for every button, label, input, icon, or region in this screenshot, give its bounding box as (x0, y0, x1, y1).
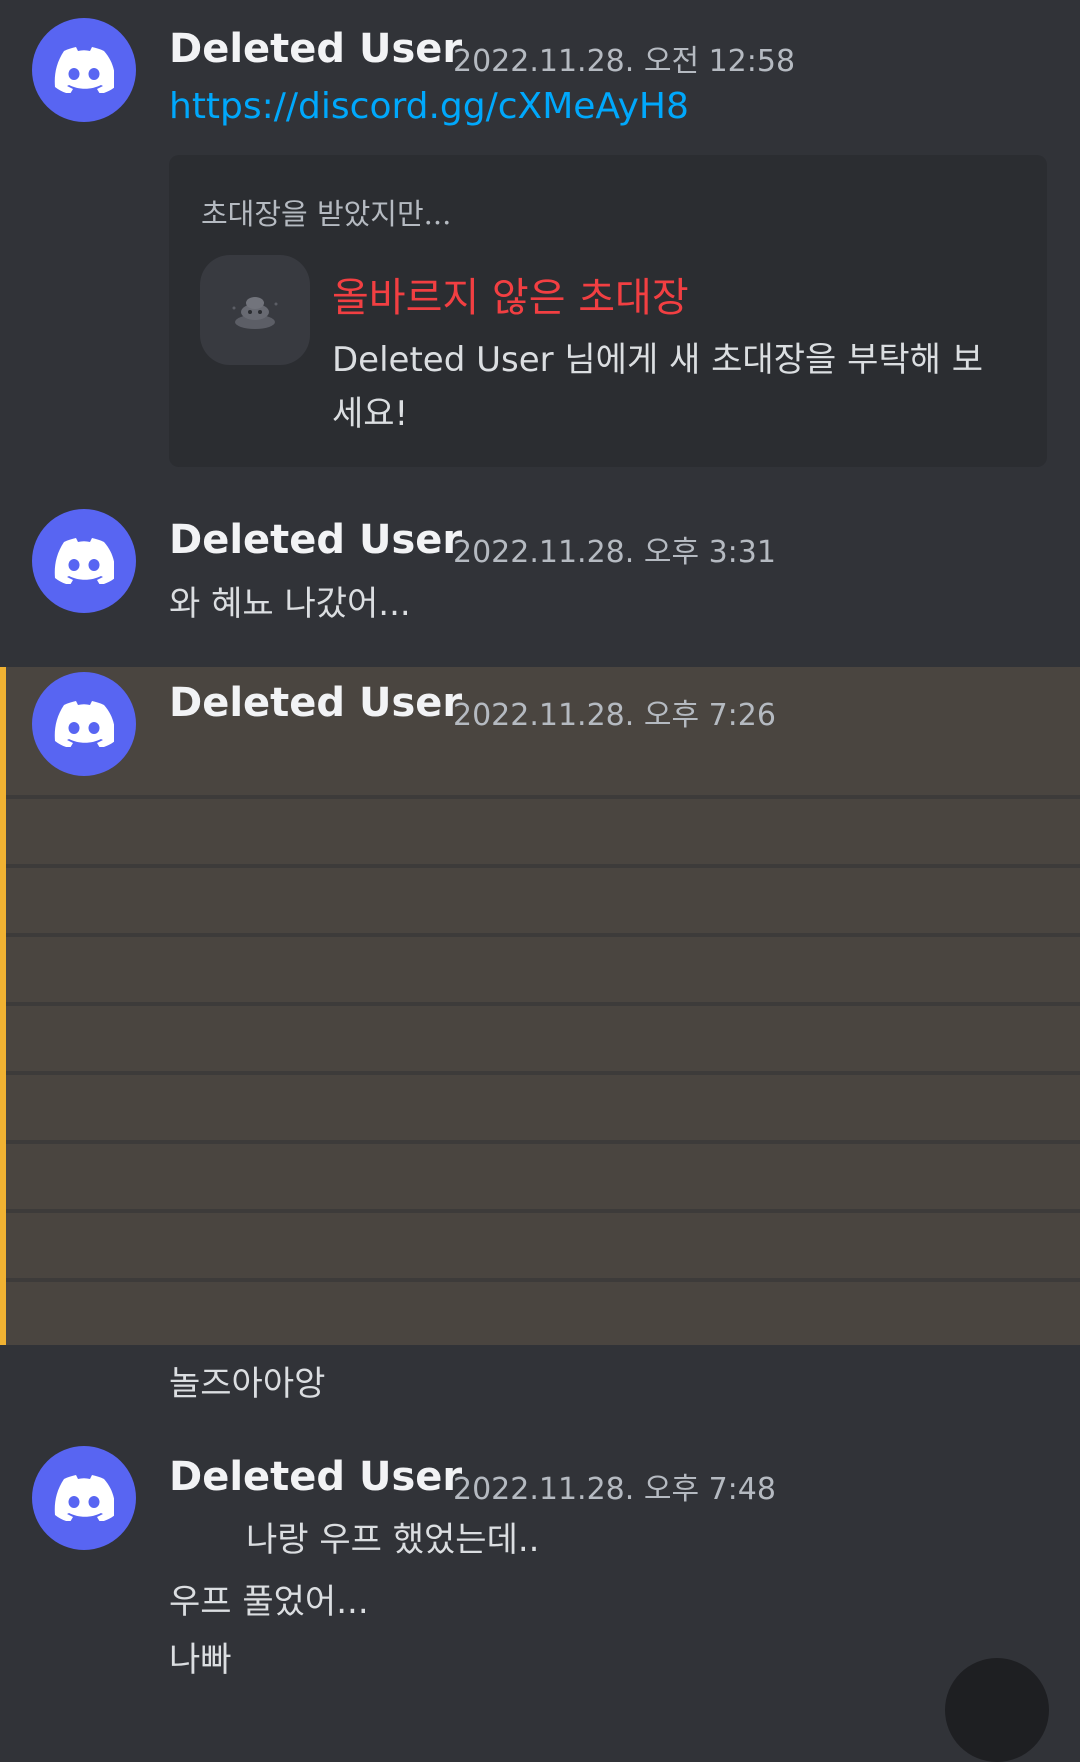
discord-logo-icon (54, 538, 114, 584)
invite-heading: 초대장을 받았지만... (201, 197, 452, 231)
divider (6, 1002, 1080, 1006)
avatar[interactable] (32, 1446, 136, 1550)
invite-link[interactable]: https://discord.gg/cXMeAyH8 (169, 86, 689, 127)
discord-logo-icon (54, 47, 114, 93)
timestamp: 2022.11.28. 오후 7:48 (453, 1472, 776, 1507)
divider (6, 795, 1080, 799)
invite-title: 올바르지 않은 초대장 (332, 275, 689, 321)
author-name[interactable]: Deleted User (169, 517, 462, 563)
message-text: 우프 풀었어... (169, 1582, 369, 1622)
invite-description: Deleted User 님에게 새 초대장을 부탁해 보세요! (332, 340, 983, 434)
avatar[interactable] (32, 672, 136, 776)
divider (6, 864, 1080, 868)
divider (6, 1278, 1080, 1282)
mention-highlight (0, 667, 1080, 1345)
message-text: 나랑 우프 했었는데.. (246, 1520, 540, 1560)
invalid-invite-icon (200, 255, 310, 365)
divider (6, 1071, 1080, 1075)
divider (6, 933, 1080, 937)
author-name[interactable]: Deleted User (169, 680, 462, 726)
message-text: 와 혜뇨 나갔어... (169, 584, 411, 624)
author-name[interactable]: Deleted User (169, 1454, 462, 1500)
timestamp: 2022.11.28. 오후 3:31 (453, 535, 776, 570)
author-name[interactable]: Deleted User (169, 26, 462, 72)
message-text: 놀즈아아앙 (169, 1364, 326, 1404)
invite-embed: 초대장을 받았지만... 올바르지 않은 초대장 Deleted User 님에… (169, 155, 1047, 467)
avatar[interactable] (32, 509, 136, 613)
timestamp: 2022.11.28. 오전 12:58 (453, 44, 796, 79)
discord-logo-icon (54, 701, 114, 747)
timestamp: 2022.11.28. 오후 7:26 (453, 698, 776, 733)
avatar[interactable] (32, 18, 136, 122)
divider (6, 1209, 1080, 1213)
divider (6, 1140, 1080, 1144)
discord-logo-icon (54, 1475, 114, 1521)
jump-button[interactable] (945, 1658, 1049, 1762)
message-text: 나빠 (169, 1640, 232, 1680)
